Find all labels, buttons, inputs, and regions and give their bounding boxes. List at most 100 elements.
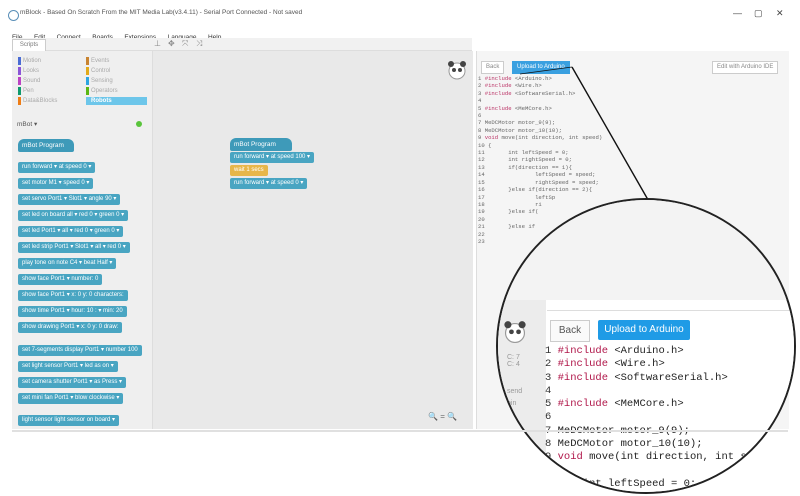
back-button[interactable]: Back: [481, 61, 505, 74]
code-text: int rightSpeed = 0;: [488, 156, 572, 164]
zoom-in-icon[interactable]: 🔍: [447, 412, 457, 421]
palette-block-mbot-program[interactable]: mBot Program: [18, 139, 74, 152]
code-line: 8 MeDCMotor motor_10(10);: [478, 127, 768, 134]
grow-icon[interactable]: ⤧: [182, 39, 188, 49]
palette-block-show-time[interactable]: show time Port1 ▾ hour: 10 : ▾ min: 20: [18, 306, 127, 317]
palette-block-set-led-strip[interactable]: set led strip Port1 ▾ Slot1 ▾ all ▾ red …: [18, 242, 130, 253]
palette-block-set-servo[interactable]: set servo Port1 ▾ Slot1 ▾ angle 90 ▾: [18, 194, 121, 205]
keyword: #include: [557, 345, 609, 357]
palette-block-show-face-chars[interactable]: show face Port1 ▾ x: 0 y: 0 characters:: [18, 290, 128, 301]
magnified-code-line: 4: [545, 384, 794, 398]
magnified-code-line: 3 #include <SoftwareSerial.h>: [545, 371, 794, 385]
code-text: int leftSpeed = 0;: [488, 149, 569, 157]
code-line: 6: [478, 112, 482, 120]
code-line: 9 void move(int direction, int speed): [478, 134, 768, 141]
panda-sprite-icon: [448, 61, 466, 80]
tab-scripts[interactable]: Scripts: [12, 39, 46, 51]
palette-block-set-motor[interactable]: set motor M1 ▾ speed 0 ▾: [18, 178, 94, 189]
code-text: {: [488, 141, 492, 149]
title-bar: mBlock - Based On Scratch From the MIT M…: [0, 0, 800, 26]
magnified-upload-to-arduino-button[interactable]: Upload to Arduino: [598, 320, 690, 340]
code-text: int leftSpeed = 0;: [545, 477, 697, 490]
upload-to-arduino-button[interactable]: Upload to Arduino: [512, 61, 570, 74]
zoom-reset-icon[interactable]: =: [440, 412, 445, 421]
category-looks[interactable]: Looks: [18, 67, 39, 75]
magnified-code-line: 6: [545, 411, 794, 424]
connection-status-icon: [136, 121, 142, 127]
keyword: #include: [484, 104, 512, 112]
zoom-out-icon[interactable]: 🔍: [428, 412, 438, 421]
palette-block-camera-shutter[interactable]: set camera shutter Port1 ▾ as Press ▾: [18, 377, 127, 388]
code-line: 10 {: [478, 142, 768, 149]
category-sound[interactable]: Sound: [18, 77, 40, 85]
workspace-block-wait[interactable]: wait 1 secs: [230, 165, 268, 176]
line-number: 5: [545, 398, 558, 411]
code-text: move(int direction, int s: [582, 451, 747, 464]
category-robots[interactable]: Robots: [86, 97, 147, 105]
palette-block-run-forward[interactable]: run forward ▾ at speed 0 ▾: [18, 162, 96, 173]
keyword: #include: [557, 358, 609, 371]
code-text: MeDCMotor motor_9(9);: [484, 119, 556, 127]
code-text: <Arduino.h>: [608, 345, 684, 357]
palette-block-light-sensor[interactable]: light sensor light sensor on board ▾: [18, 415, 120, 426]
script-area[interactable]: [153, 51, 473, 429]
line-number: 6: [545, 411, 558, 424]
category-operators[interactable]: Operators: [86, 87, 118, 95]
category-events[interactable]: Events: [86, 57, 109, 65]
palette-block-set-led[interactable]: set led Port1 ▾ all ▾ red 0 ▾ green 0 ▾: [18, 226, 124, 237]
category-motion[interactable]: Motion: [18, 57, 41, 65]
device-dropdown[interactable]: mBot ▾: [17, 120, 37, 128]
palette-block-set-led-board[interactable]: set led on board all ▾ red 0 ▾ green 0 ▾: [18, 210, 129, 221]
palette-block-show-drawing[interactable]: show drawing Port1 ▾ x: 0 y: 0 draw:: [18, 322, 123, 333]
code-line: 2 #include <Wire.h>: [478, 82, 768, 89]
palette-block-light-sensor-led[interactable]: set light sensor Port1 ▾ led as on ▾: [18, 361, 118, 372]
category-data-blocks[interactable]: Data&Blocks: [18, 97, 57, 105]
magnifier-callout: C: 7 C: 4 send bin Back Upload to Arduin…: [496, 198, 796, 494]
line-number: 17: [478, 193, 489, 201]
code-text: <SoftwareSerial.h>: [608, 371, 728, 384]
line-number: 2: [478, 82, 485, 90]
workspace-block-run-forward-2[interactable]: run forward ▾ at speed 0 ▾: [230, 178, 308, 189]
magnifier-send-label: send: [507, 388, 523, 395]
line-number: 9: [545, 451, 558, 464]
category-pen[interactable]: Pen: [18, 87, 34, 95]
minimize-button[interactable]: —: [733, 8, 742, 18]
panda-sprite-icon: [504, 321, 526, 344]
magnified-code: 1 #include <Arduino.h> 2 #include <Wire.h…: [545, 345, 794, 492]
keyword: #include: [557, 371, 609, 384]
code-text: if(direction == 1){: [488, 163, 572, 171]
line-number: 15: [478, 178, 489, 186]
magnified-back-button[interactable]: Back: [550, 320, 590, 342]
keyword: #include: [484, 89, 512, 97]
code-text: <SoftwareSerial.h>: [511, 89, 576, 97]
line-number: 4: [545, 384, 558, 397]
magnified-code-line: int rightSpeed: [545, 491, 794, 492]
code-text: <Wire.h>: [511, 82, 542, 90]
bottom-divider: [12, 430, 788, 432]
code-text: move(int direction, int speed): [498, 134, 603, 142]
maximize-button[interactable]: ▢: [754, 8, 763, 19]
palette-block-7-segments[interactable]: set 7-segments display Port1 ▾ number 10…: [18, 345, 142, 356]
close-button[interactable]: ✕: [776, 8, 784, 19]
stamp-icon[interactable]: ⊥: [154, 39, 161, 48]
category-control[interactable]: Control: [86, 67, 110, 75]
move-icon[interactable]: ✥: [168, 39, 175, 48]
category-sensing[interactable]: Sensing: [86, 77, 113, 85]
workspace-block-mbot-program[interactable]: mBot Program: [230, 138, 292, 151]
menu-bar: File Edit Connect Boards Extensions Lang…: [0, 26, 800, 41]
magnified-code-line: 5 #include <MeMCore.h>: [545, 398, 794, 411]
keyword: void: [557, 451, 583, 464]
palette-block-show-face-number[interactable]: show face Port1 ▾ number: 0: [18, 274, 103, 285]
code-text: leftSpeed = speed;: [488, 171, 596, 179]
code-text: <Wire.h>: [608, 358, 665, 371]
line-number: 18: [478, 200, 489, 208]
tab-row: Scripts ⊥ ✥ ⤧ ⤨: [12, 38, 472, 51]
palette-block-mini-fan[interactable]: set mini fan Port1 ▾ blow clockwise ▾: [18, 393, 124, 404]
line-number: 5: [478, 104, 485, 112]
edit-with-arduino-ide-button[interactable]: Edit with Arduino IDE: [712, 61, 779, 74]
workspace-block-run-forward[interactable]: run forward ▾ at speed 100 ▾: [230, 152, 315, 163]
palette-block-play-tone[interactable]: play tone on note C4 ▾ beat Half ▾: [18, 258, 117, 269]
code-text: MeDCMotor motor_10(10);: [484, 126, 562, 134]
line-number: 11: [478, 149, 489, 157]
shrink-icon[interactable]: ⤨: [196, 39, 202, 49]
